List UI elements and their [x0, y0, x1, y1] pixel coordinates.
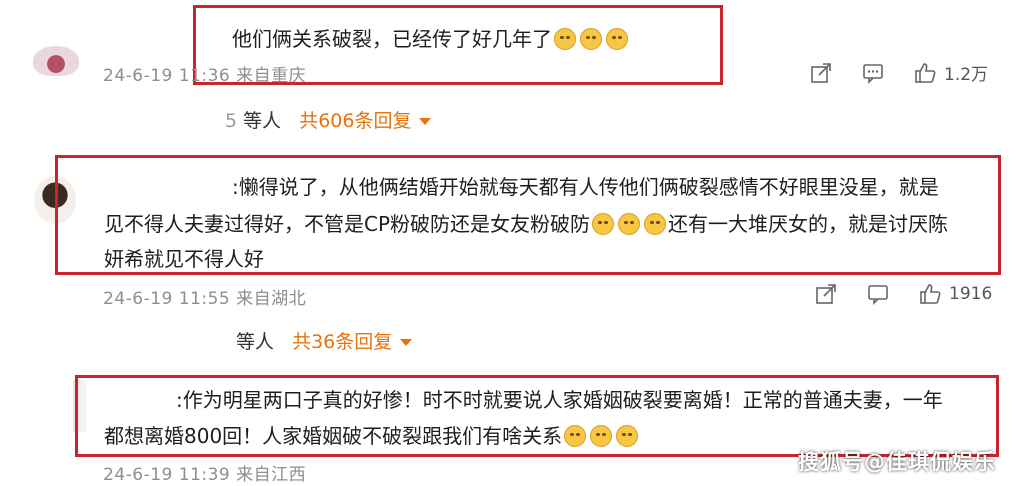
emoji-icon — [554, 28, 576, 50]
comment-text-2-line2: 见不得人夫妻过得好，不管是CP粉破防还是女友粉破防 还有一大堆厌女的，就是讨厌陈 — [104, 206, 948, 243]
comment-text-3-line1: :作为明星两口子真的好惨！时不时就要说人家婚姻破裂要离婚！正常的普通夫妻，一年 — [176, 382, 943, 419]
comment-text: 见不得人夫妻过得好，不管是CP粉破防还是女友粉破防 — [104, 212, 591, 236]
comment-meta-2: 24-6-19 11:55 来自湖北 — [103, 284, 306, 309]
comment-meta-3: 24-6-19 11:39 来自江西 — [103, 460, 306, 485]
emoji-icon — [580, 28, 602, 50]
crying-laugh-emoji-icon — [618, 213, 641, 235]
comment-meta-1: 24-6-19 11:36 来自重庆 — [103, 61, 306, 86]
comment-location: 来自湖北 — [236, 289, 307, 309]
like-count: 1916 — [949, 284, 993, 304]
reply-users: 等人 — [236, 331, 275, 353]
comment-time: 24-6-19 11:36 — [103, 66, 231, 86]
laughing-emoji-icon — [590, 425, 613, 447]
comment-location: 来自重庆 — [236, 66, 307, 86]
watermark: 搜狐号@佳琪侃娱乐 — [798, 450, 996, 474]
emoji-icon — [606, 28, 628, 50]
chevron-down-icon[interactable] — [419, 118, 432, 125]
comment-text-2-line3: 妍希就见不得人好 — [104, 241, 264, 278]
reply-summary-2[interactable]: 等人 共36条回复 — [236, 327, 413, 354]
comment-icon[interactable] — [867, 283, 889, 305]
comment-actions-2: 1916 — [815, 283, 992, 305]
comment-text: :作为明星两口子真的好惨！时不时就要说人家婚姻破裂要离婚！正常的普通夫妻，一年 — [176, 388, 943, 412]
comment-text: 都想离婚800回！人家婚姻破不破裂跟我们有啥关系 — [104, 424, 563, 448]
comment-text: 他们俩关系破裂，已经传了好几年了 — [232, 27, 552, 51]
laughing-emoji-icon — [564, 425, 587, 447]
comment-time: 24-6-19 11:55 — [103, 289, 231, 309]
comment-text: :懒得说了，从他俩结婚开始就每天都有人传他们俩破裂感情不好眼里没星，就是 — [232, 175, 939, 199]
comment-time: 24-6-19 11:39 — [103, 465, 231, 485]
comment-text: 还有一大堆厌女的，就是讨厌陈 — [668, 212, 949, 236]
reply-users: 等人 — [243, 110, 282, 132]
comment-location: 来自江西 — [236, 465, 307, 485]
chevron-down-icon[interactable] — [400, 339, 413, 346]
reply-user-fragment: 5 — [225, 110, 238, 132]
thumbs-up-icon[interactable] — [919, 283, 941, 305]
reply-count[interactable]: 共36条回复 — [292, 331, 392, 353]
comment-icon[interactable] — [862, 62, 884, 84]
comment-text-3-line2: 都想离婚800回！人家婚姻破不破裂跟我们有啥关系 — [104, 418, 640, 455]
share-icon[interactable] — [815, 283, 837, 305]
comment-text-2-line1: :懒得说了，从他俩结婚开始就每天都有人传他们俩破裂感情不好眼里没星，就是 — [232, 169, 939, 206]
laughing-emoji-icon — [616, 425, 639, 447]
crying-laugh-emoji-icon — [644, 213, 667, 235]
share-icon[interactable] — [810, 62, 832, 84]
comment-text-1: 他们俩关系破裂，已经传了好几年了 — [232, 21, 630, 58]
avatar[interactable] — [33, 46, 79, 76]
like-count: 1.2万 — [944, 65, 989, 85]
crying-laugh-emoji-icon — [592, 213, 615, 235]
comment-text: 妍希就见不得人好 — [104, 247, 264, 271]
reply-summary-1[interactable]: 5 等人 共606条回复 — [225, 106, 432, 133]
reply-count[interactable]: 共606条回复 — [299, 110, 411, 132]
thumbs-up-icon[interactable] — [914, 62, 936, 84]
comment-actions-1: 1.2万 — [810, 60, 988, 85]
